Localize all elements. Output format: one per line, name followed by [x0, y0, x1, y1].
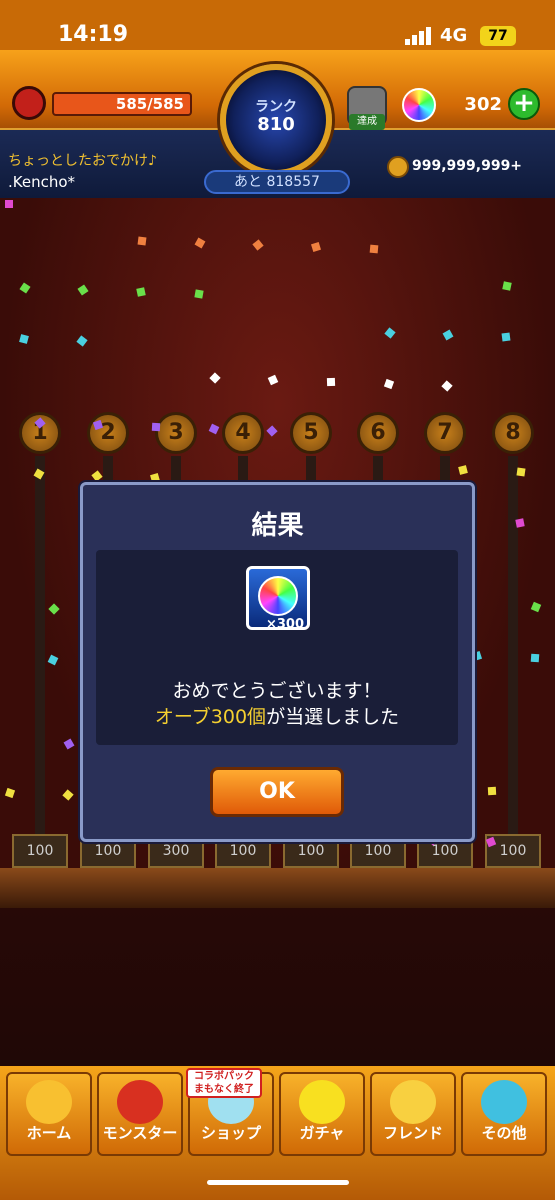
nav-gacha-label: ガチャ — [299, 1124, 345, 1142]
confetti-piece — [369, 244, 379, 254]
clock: 14:19 — [58, 22, 129, 47]
stamina-value: 585/585 — [115, 95, 184, 113]
confetti-piece — [194, 289, 204, 299]
nav-monster-label: モンスター — [102, 1124, 178, 1142]
player-name: .Kencho* — [8, 173, 76, 191]
friend-icon — [390, 1080, 436, 1124]
rank-value: 810 — [257, 114, 295, 135]
achievement-label: 達成 — [349, 114, 385, 130]
nav-other-label: その他 — [481, 1124, 527, 1142]
confetti-piece — [530, 653, 540, 663]
slot-pole — [35, 456, 45, 836]
nav-friend-label: フレンド — [382, 1124, 443, 1142]
confetti-piece — [501, 332, 511, 342]
slot-number-5: 5 — [290, 412, 332, 454]
orb-count: 302 — [464, 94, 502, 115]
player-subtitle: ちょっとしたおでかけ♪ — [8, 153, 157, 169]
slot-number-4: 4 — [222, 412, 264, 454]
confetti-piece — [5, 200, 13, 208]
ok-button[interactable]: OK — [210, 767, 344, 817]
signal-icon — [405, 27, 431, 45]
slot-number-6: 6 — [357, 412, 399, 454]
stamina-icon — [12, 86, 46, 120]
gold-count: 999,999,999+ — [412, 158, 523, 174]
slot-number-7: 7 — [424, 412, 466, 454]
prize-pot-1: 100 — [12, 834, 68, 868]
gold-coin-icon — [387, 156, 409, 178]
prize-highlight: オーブ300個 — [154, 706, 267, 728]
nav-home-label: ホーム — [26, 1124, 72, 1142]
confetti-piece — [516, 467, 526, 477]
rank-label: ランク — [255, 99, 297, 115]
dialog-title: 結果 — [251, 511, 304, 541]
confetti-piece — [515, 518, 525, 528]
prize-message: オーブ300個が当選しました — [96, 702, 458, 729]
collab-badge: コラボパック まもなく終了 — [186, 1068, 262, 1098]
confetti-piece — [137, 236, 147, 246]
battery-icon: 77 — [480, 26, 516, 46]
monster-icon — [117, 1080, 163, 1124]
stage-floor — [0, 868, 555, 908]
confetti-piece — [136, 287, 146, 297]
confetti-piece — [151, 422, 161, 432]
gacha-icon — [299, 1080, 345, 1124]
slot-pole — [508, 456, 518, 836]
confetti-piece — [502, 281, 512, 291]
network-type: 4G — [440, 25, 468, 46]
orb-icon — [258, 576, 298, 616]
add-orb-button[interactable]: + — [508, 88, 540, 120]
nav-shop-label: ショップ — [200, 1124, 261, 1142]
slot-number-3: 3 — [155, 412, 197, 454]
home-icon — [26, 1080, 72, 1124]
prize-message-rest: が当選しました — [266, 706, 400, 728]
congrats-message: おめでとうございます！ — [172, 680, 382, 702]
confetti-piece — [487, 786, 497, 796]
home-indicator[interactable] — [207, 1180, 349, 1185]
confetti-piece — [326, 377, 336, 387]
slot-number-2: 2 — [87, 412, 129, 454]
slot-number-8: 8 — [492, 412, 534, 454]
other-icon — [481, 1080, 527, 1124]
prize-multiplier: ×300 — [265, 617, 304, 632]
orb-icon — [402, 88, 436, 122]
rank-next-exp: あと 818557 — [204, 170, 350, 194]
